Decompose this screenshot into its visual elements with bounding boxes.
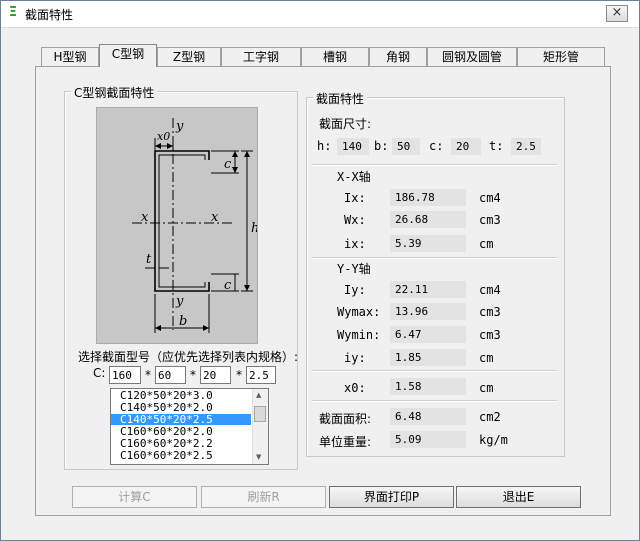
steel-icon: Ξ xyxy=(8,5,18,20)
label-t: t xyxy=(146,252,152,267)
t-input[interactable] xyxy=(246,366,276,384)
iy-value: 22.11 xyxy=(390,281,466,298)
wymin-label: Wymin: xyxy=(337,328,381,342)
tab-angle[interactable]: 角钢 xyxy=(369,47,427,66)
wymin-value: 6.47 xyxy=(390,326,466,343)
iy-label: Iy: xyxy=(344,283,366,297)
c-section-drawing: y x0 c x x h t c y b xyxy=(132,118,259,333)
area-value: 6.48 xyxy=(390,408,466,425)
ix-value: 186.78 xyxy=(390,189,466,206)
label-c-bottom: c xyxy=(224,278,232,293)
label-y-top: y xyxy=(175,119,184,134)
ry-value: 1.85 xyxy=(390,349,466,366)
list-item[interactable]: C160*60*20*2.0 xyxy=(111,426,251,437)
yy-title: Y-Y轴 xyxy=(337,262,371,276)
label-x0: x0 xyxy=(157,130,170,143)
wx-unit: cm3 xyxy=(479,213,501,227)
wymax-value: 13.96 xyxy=(390,303,466,320)
tab-i-beam[interactable]: 工字钢 xyxy=(221,47,301,66)
x0-value: 1.58 xyxy=(390,378,466,395)
section-diagram: y x0 c x x h t c y b xyxy=(96,107,259,344)
wx-value: 26.68 xyxy=(390,211,466,228)
weight-label: 单位重量: xyxy=(319,435,372,449)
c-input[interactable] xyxy=(200,366,231,384)
tab-rect-tube[interactable]: 矩形管 xyxy=(517,47,605,66)
dim-t-value: 2.5 xyxy=(511,138,541,155)
ry-label: iy: xyxy=(344,351,366,365)
scroll-thumb[interactable] xyxy=(254,406,266,422)
iy-unit: cm4 xyxy=(479,283,501,297)
tab-z-steel[interactable]: Z型钢 xyxy=(157,47,221,66)
list-item[interactable]: C120*50*20*3.0 xyxy=(111,390,251,401)
weight-unit: kg/m xyxy=(479,433,508,447)
window-title: 截面特性 xyxy=(25,8,74,22)
divider xyxy=(312,400,557,402)
star-1: * xyxy=(145,368,151,382)
list-item[interactable]: C160*60*20*2.5 xyxy=(111,450,251,461)
tab-c-steel[interactable]: C型钢 xyxy=(99,44,157,67)
exit-button[interactable]: 退出E xyxy=(456,486,581,508)
dim-c-value: 20 xyxy=(451,138,481,155)
list-scrollbar[interactable]: ▲ ▼ xyxy=(252,389,268,464)
x0-label: x0: xyxy=(344,381,366,395)
dim-b-label: b: xyxy=(374,139,389,153)
divider xyxy=(312,370,557,372)
scroll-up-icon[interactable]: ▲ xyxy=(256,391,261,399)
area-label: 截面面积: xyxy=(319,412,372,426)
print-button[interactable]: 界面打印P xyxy=(329,486,454,508)
dim-h-value: 140 xyxy=(337,138,369,155)
wymax-label: Wymax: xyxy=(337,305,381,319)
star-2: * xyxy=(190,368,196,382)
wymax-unit: cm3 xyxy=(479,305,501,319)
rx-unit: cm xyxy=(479,237,494,251)
divider xyxy=(312,164,557,166)
label-h: h xyxy=(251,221,257,236)
rx-label: ix: xyxy=(344,237,366,251)
tab-h-steel[interactable]: H型钢 xyxy=(41,47,99,66)
divider xyxy=(312,257,557,259)
ry-unit: cm xyxy=(479,351,494,365)
h-input[interactable] xyxy=(109,366,141,384)
label-y-bottom: y xyxy=(175,294,184,309)
section-listbox[interactable]: C120*50*20*3.0 C140*50*20*2.0 C140*50*20… xyxy=(110,388,269,465)
scroll-down-icon[interactable]: ▼ xyxy=(256,453,261,461)
x0-unit: cm xyxy=(479,381,494,395)
label-b: b xyxy=(179,314,187,329)
label-c-top: c xyxy=(224,157,232,172)
c-prefix-label: C: xyxy=(93,366,106,380)
wx-label: Wx: xyxy=(344,213,366,227)
tab-channel[interactable]: 槽钢 xyxy=(301,47,369,66)
ix-unit: cm4 xyxy=(479,191,501,205)
list-item[interactable]: C140*50*20*2.0 xyxy=(111,402,251,413)
dim-h-label: h: xyxy=(317,139,332,153)
title-bar: Ξ 截面特性 × xyxy=(1,1,639,28)
properties-group-title: 截面特性 xyxy=(313,90,368,107)
dim-t-label: t: xyxy=(489,139,504,153)
wymin-unit: cm3 xyxy=(479,328,501,342)
calculate-button[interactable]: 计算C xyxy=(72,486,197,508)
tab-round[interactable]: 圆钢及圆管 xyxy=(427,47,517,66)
close-button[interactable]: × xyxy=(606,5,628,22)
refresh-button[interactable]: 刷新R xyxy=(201,486,326,508)
weight-value: 5.09 xyxy=(390,431,466,448)
label-x-right: x xyxy=(211,210,219,225)
dims-title: 截面尺寸: xyxy=(319,117,372,131)
label-x-left: x xyxy=(141,210,149,225)
dialog-window: Ξ 截面特性 × H型钢 C型钢 Z型钢 工字钢 槽钢 角钢 圆钢及圆管 矩形管… xyxy=(0,0,640,541)
dim-b-value: 50 xyxy=(392,138,420,155)
star-3: * xyxy=(236,368,242,382)
ix-label: Ix: xyxy=(344,191,366,205)
xx-title: X-X轴 xyxy=(337,170,371,184)
list-item[interactable]: C160*60*20*2.2 xyxy=(111,438,251,449)
rx-value: 5.39 xyxy=(390,235,466,252)
list-item-selected[interactable]: C140*50*20*2.5 xyxy=(111,414,251,425)
area-unit: cm2 xyxy=(479,410,501,424)
c-steel-group-title: C型钢截面特性 xyxy=(71,84,158,101)
dim-c-label: c: xyxy=(429,139,444,153)
b-input[interactable] xyxy=(155,366,186,384)
select-prompt: 选择截面型号（应优先选择列表内规格）: xyxy=(78,350,299,364)
